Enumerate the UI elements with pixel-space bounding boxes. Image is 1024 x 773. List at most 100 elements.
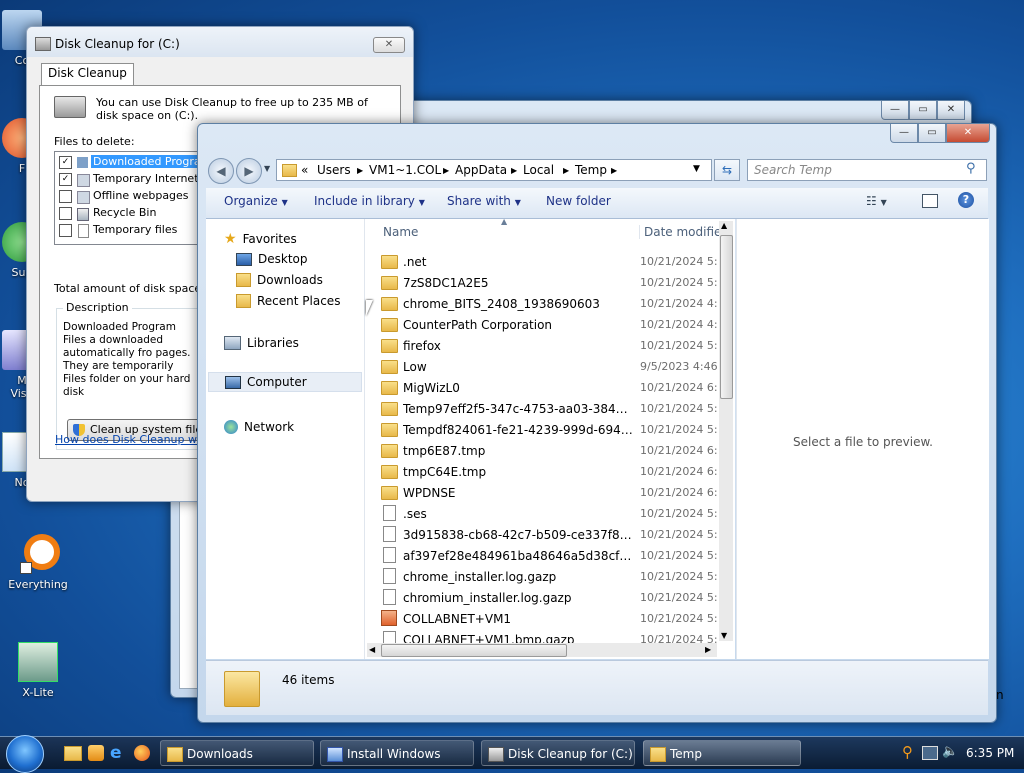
breadcrumb-vm1[interactable]: VM1~1.COL	[369, 163, 441, 177]
scroll-right-icon[interactable]: ▶	[705, 645, 711, 654]
scroll-left-icon[interactable]: ◀	[369, 645, 375, 654]
file-icon	[383, 526, 396, 542]
preview-pane-button[interactable]	[922, 194, 938, 211]
file-name: CounterPath Corporation	[403, 317, 553, 332]
quicklaunch-media-icon[interactable]	[88, 745, 104, 761]
checkbox[interactable]: ✓	[59, 173, 72, 186]
breadcrumb-temp[interactable]: Temp	[575, 163, 607, 177]
file-row[interactable]: Tempdf824061-fe21-4239-999d-694759f1... 1…	[365, 419, 725, 440]
quicklaunch-firefox-icon[interactable]	[134, 745, 150, 761]
organize-button[interactable]: Organize ▼	[224, 194, 288, 208]
taskbar-button-temp[interactable]: Temp	[643, 740, 801, 766]
breadcrumb-local[interactable]: Local	[523, 163, 554, 177]
file-name: af397ef28e484961ba48646a5d38cf54.db.ses	[403, 548, 633, 563]
nav-computer[interactable]: Computer	[208, 372, 362, 392]
back-button[interactable]: ◀	[208, 158, 234, 184]
scrollbar-thumb[interactable]	[720, 235, 733, 399]
nav-network[interactable]: Network	[224, 420, 294, 434]
maximize-icon[interactable]: ▭	[909, 101, 937, 120]
vertical-scrollbar[interactable]: ▲ ▼	[719, 221, 733, 641]
file-row[interactable]: tmpC64E.tmp 10/21/2024 6:3	[365, 461, 725, 482]
h-scrollbar-thumb[interactable]	[381, 644, 567, 657]
taskbar-button-disk-cleanup[interactable]: Disk Cleanup for (C:)	[481, 740, 635, 766]
close-icon[interactable]: ✕	[937, 101, 965, 120]
file-icon	[383, 589, 396, 605]
tray-volume-icon[interactable]: 🔈	[942, 744, 958, 759]
folder-large-icon	[224, 671, 260, 707]
breadcrumb-users[interactable]: Users	[317, 163, 351, 177]
desktop-icon-xlite[interactable]: X-Lite	[8, 642, 68, 699]
file-row[interactable]: af397ef28e484961ba48646a5d38cf54.db.ses 1…	[365, 545, 725, 566]
tray-search-icon[interactable]: ⚲	[902, 743, 913, 761]
file-row[interactable]: chrome_installer.log.gazp 10/21/2024 5:0	[365, 566, 725, 587]
desktop-icon-everything[interactable]: Everything	[8, 534, 68, 591]
file-row[interactable]: .net 10/21/2024 5:3	[365, 251, 725, 272]
tray-network-icon[interactable]	[922, 746, 938, 760]
xlite-icon	[18, 642, 58, 682]
file-name: chromium_installer.log.gazp	[403, 590, 572, 605]
start-button[interactable]	[6, 735, 44, 773]
chevron-down-icon: ▼	[880, 198, 887, 207]
taskbar-button-downloads[interactable]: Downloads	[160, 740, 314, 766]
share-with-button[interactable]: Share with ▼	[447, 194, 521, 208]
recent-pages-dropdown[interactable]: ▼	[264, 164, 270, 173]
file-row[interactable]: .ses 10/21/2024 5:4	[365, 503, 725, 524]
scroll-down-icon[interactable]: ▼	[721, 631, 727, 640]
file-row[interactable]: chrome_BITS_2408_1938690603 10/21/2024 4:…	[365, 293, 725, 314]
close-button[interactable]: ✕	[946, 124, 990, 143]
file-row[interactable]: Low 9/5/2023 4:46 I	[365, 356, 725, 377]
nav-label: Downloads	[257, 273, 323, 287]
checkbox[interactable]	[59, 224, 72, 237]
nav-desktop[interactable]: Desktop	[236, 252, 308, 266]
maximize-button[interactable]: ▭	[918, 124, 946, 143]
taskbar-button-install-windows[interactable]: Install Windows	[320, 740, 474, 766]
file-row[interactable]: Temp97eff2f5-347c-4753-aa03-384934a0... 1…	[365, 398, 725, 419]
help-link[interactable]: How does Disk Cleanup work?	[55, 433, 199, 446]
file-row[interactable]: COLLABNET+VM1 10/21/2024 5:4	[365, 608, 725, 629]
column-header-name[interactable]: Name	[383, 225, 418, 239]
file-row[interactable]: chromium_installer.log.gazp 10/21/2024 5:…	[365, 587, 725, 608]
breadcrumb-appdata[interactable]: AppData	[455, 163, 507, 177]
minimize-button[interactable]: —	[890, 124, 918, 143]
column-header-date-modified[interactable]: Date modified	[639, 225, 729, 239]
help-button[interactable]: ?	[958, 192, 974, 208]
file-row[interactable]: MigWizL0 10/21/2024 6:3	[365, 377, 725, 398]
nav-favorites[interactable]: ★ Favorites	[224, 231, 297, 247]
quicklaunch-ie-icon[interactable]: e	[110, 743, 122, 763]
address-bar[interactable]: « Users ▶ VM1~1.COL ▶ AppData ▶ Local ▶ …	[276, 159, 712, 181]
file-row[interactable]: tmp6E87.tmp 10/21/2024 6:3	[365, 440, 725, 461]
forward-button[interactable]: ▶	[236, 158, 262, 184]
disk-cleanup-titlebar[interactable]: Disk Cleanup for (C:) ✕	[27, 27, 413, 57]
file-name: WPDNSE	[403, 485, 456, 500]
nav-recent-places[interactable]: Recent Places	[236, 294, 340, 308]
file-date-modified: 10/21/2024 5:4	[640, 507, 718, 520]
nav-libraries[interactable]: Libraries	[224, 336, 299, 350]
explorer-window[interactable]: — ▭ ✕ ◀ ▶ ▼ « Users ▶ VM1~1.COL ▶ AppDat…	[197, 123, 997, 723]
file-row[interactable]: WPDNSE 10/21/2024 6:3	[365, 482, 725, 503]
horizontal-scrollbar[interactable]: ◀ ▶	[367, 643, 717, 657]
address-dropdown-icon[interactable]: ▼	[693, 164, 700, 174]
minimize-icon[interactable]: —	[881, 101, 909, 120]
include-in-library-button[interactable]: Include in library ▼	[314, 194, 425, 208]
file-row[interactable]: 7zS8DC1A2E5 10/21/2024 5:0	[365, 272, 725, 293]
nav-downloads[interactable]: Downloads	[236, 273, 323, 287]
quicklaunch-explorer-icon[interactable]	[64, 746, 82, 761]
scroll-up-icon[interactable]: ▲	[721, 221, 727, 230]
intro-text: You can use Disk Cleanup to free up to 2…	[96, 96, 368, 122]
file-row[interactable]: 3d915838-cb68-42c7-b509-ce337f8f9113....…	[365, 524, 725, 545]
checkbox[interactable]	[59, 207, 72, 220]
view-options-button[interactable]: ☷ ▼	[866, 194, 887, 208]
folder-icon	[650, 747, 666, 762]
close-button[interactable]: ✕	[373, 37, 405, 53]
search-box[interactable]: Search Temp ⚲	[747, 159, 987, 181]
file-row[interactable]: CounterPath Corporation 10/21/2024 4:2	[365, 314, 725, 335]
checkbox[interactable]: ✓	[59, 156, 72, 169]
checkbox[interactable]	[59, 190, 72, 203]
new-folder-button[interactable]: New folder	[546, 194, 611, 208]
refresh-button[interactable]: ⇆	[714, 159, 740, 181]
search-input[interactable]: Search Temp	[754, 163, 832, 177]
system-clock[interactable]: 6:35 PM	[966, 746, 1014, 760]
breadcrumb-separator-icon: ▶	[611, 166, 618, 175]
file-row[interactable]: firefox 10/21/2024 5:0	[365, 335, 725, 356]
breadcrumb-overflow[interactable]: «	[301, 163, 308, 177]
